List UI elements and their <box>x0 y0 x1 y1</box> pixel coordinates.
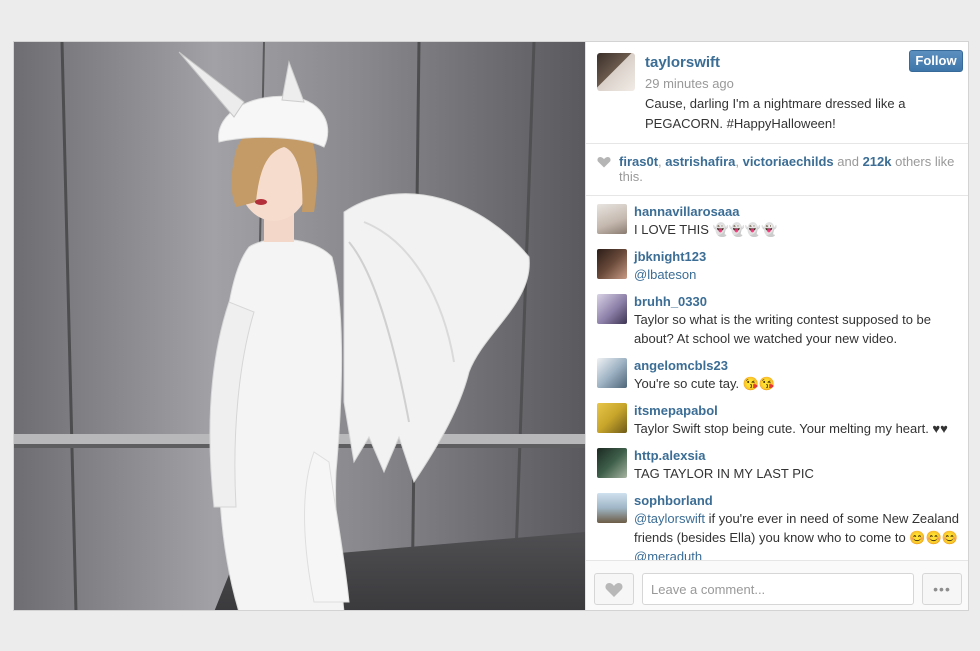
comment-text: @lbateson <box>634 265 959 284</box>
comment-username[interactable]: bruhh_0330 <box>634 294 707 309</box>
avatar[interactable] <box>597 448 627 478</box>
likes-summary: firas0t, astrishafira, victoriaechilds a… <box>586 144 968 196</box>
likes-separator: , <box>735 154 743 169</box>
comment-username[interactable]: jbknight123 <box>634 249 706 264</box>
liker-link[interactable]: firas0t <box>619 154 658 169</box>
comments-list[interactable]: hannavillarosaaa I LOVE THIS 👻👻👻👻 jbknig… <box>586 198 968 560</box>
post-caption: Cause, darling I'm a nightmare dressed l… <box>645 96 906 131</box>
post-photo[interactable] <box>14 42 585 610</box>
photo-illustration <box>14 42 585 610</box>
avatar[interactable] <box>597 204 627 234</box>
comment-text: @taylorswift if you're ever in need of s… <box>634 509 959 560</box>
side-panel: taylorswift 29 minutes ago Cause, darlin… <box>585 42 968 610</box>
comment-username[interactable]: angelomcbls23 <box>634 358 728 373</box>
heart-icon <box>605 583 623 597</box>
post-username[interactable]: taylorswift <box>645 54 720 71</box>
comment-mention[interactable]: @taylorswift <box>634 511 705 526</box>
comment-mention[interactable]: @lbateson <box>634 267 696 282</box>
avatar[interactable] <box>597 358 627 388</box>
post-timestamp: 29 minutes ago <box>645 76 734 91</box>
likes-count[interactable]: 212k <box>863 154 892 169</box>
comment-text: Taylor Swift stop being cute. Your melti… <box>634 421 948 436</box>
post-header: taylorswift 29 minutes ago Cause, darlin… <box>586 42 968 144</box>
comment-text: TAG TAYLOR IN MY LAST PIC <box>634 466 814 481</box>
likes-and: and <box>833 154 863 169</box>
liker-link[interactable]: victoriaechilds <box>743 154 834 169</box>
comment-text: You're so cute tay. 😘😘 <box>634 376 776 391</box>
ellipsis-icon[interactable]: ••• <box>922 573 962 605</box>
liker-link[interactable]: astrishafira <box>665 154 735 169</box>
avatar[interactable] <box>597 403 627 433</box>
avatar[interactable] <box>597 493 627 523</box>
avatar[interactable] <box>597 294 627 324</box>
comment-text: I LOVE THIS 👻👻👻👻 <box>634 222 778 237</box>
like-button[interactable] <box>594 573 634 605</box>
heart-icon <box>597 157 611 168</box>
comment-bar: ••• <box>586 560 968 610</box>
follow-button[interactable]: Follow <box>909 50 963 72</box>
comment-input[interactable] <box>642 573 914 605</box>
comment-text: Taylor so what is the writing contest su… <box>634 312 931 346</box>
comment-username[interactable]: sophborland <box>634 493 713 508</box>
avatar[interactable] <box>597 249 627 279</box>
post-card: taylorswift 29 minutes ago Cause, darlin… <box>13 41 969 611</box>
avatar[interactable] <box>597 53 635 91</box>
comment-username[interactable]: hannavillarosaaa <box>634 204 740 219</box>
comment-username[interactable]: http.alexsia <box>634 448 706 463</box>
comment-mention[interactable]: @meraduth <box>634 549 702 560</box>
comment-username[interactable]: itsmepapabol <box>634 403 718 418</box>
